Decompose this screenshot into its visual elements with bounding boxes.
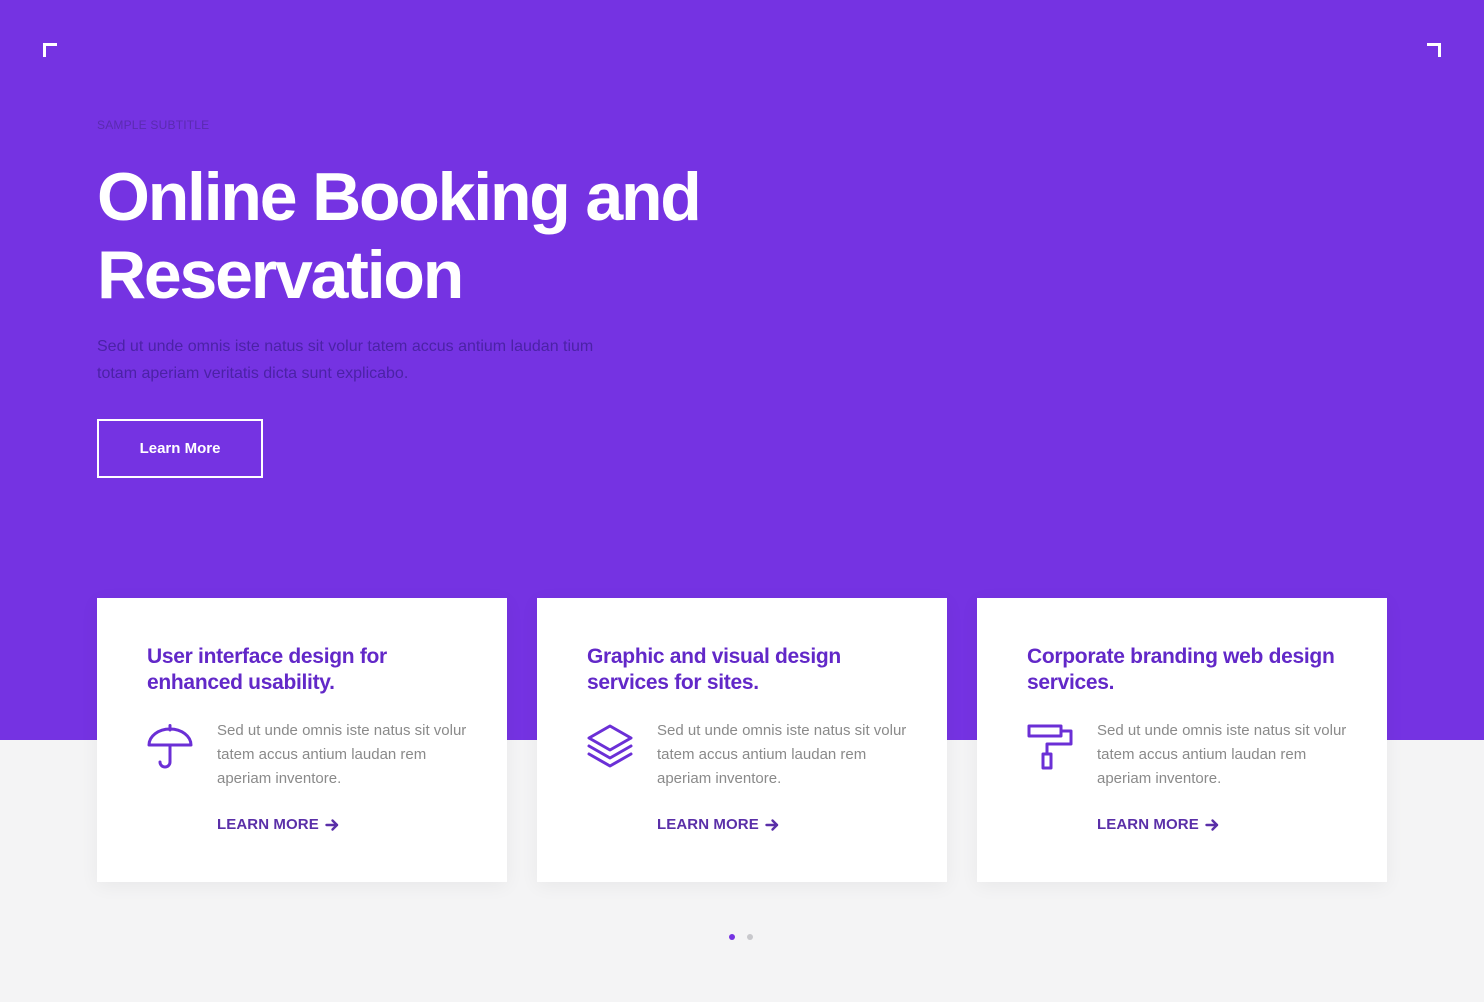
card-description: Sed ut unde omnis iste natus sit volur t… xyxy=(657,722,907,787)
corner-bracket-top-right xyxy=(1427,43,1441,57)
arrow-right-icon xyxy=(765,818,779,831)
carousel-pagination xyxy=(729,934,753,940)
corner-bracket-top-left xyxy=(43,43,57,57)
hero-title: Online Booking and Reservation xyxy=(97,159,702,313)
page: SAMPLE SUBTITLE Online Booking and Reser… xyxy=(0,0,1484,1002)
layers-icon xyxy=(587,724,633,770)
hero-description: Sed ut unde omnis iste natus sit volur t… xyxy=(97,338,594,382)
card-learn-more-link[interactable]: LEARN MORE xyxy=(657,816,779,833)
card-link-label: LEARN MORE xyxy=(1097,816,1199,833)
card-link-label: LEARN MORE xyxy=(657,816,759,833)
arrow-right-icon xyxy=(325,818,339,831)
umbrella-icon xyxy=(147,724,193,770)
service-card-graphic-design: Graphic and visual design services for s… xyxy=(537,598,947,882)
card-title: User interface design for enhanced usabi… xyxy=(147,645,387,694)
card-description: Sed ut unde omnis iste natus sit volur t… xyxy=(1097,722,1347,787)
card-learn-more-link[interactable]: LEARN MORE xyxy=(217,816,339,833)
card-title: Corporate branding web design services. xyxy=(1027,645,1335,694)
pagination-dot-1[interactable] xyxy=(729,934,735,940)
service-card-ui-design: User interface design for enhanced usabi… xyxy=(97,598,507,882)
pagination-dot-2[interactable] xyxy=(747,934,753,940)
card-learn-more-link[interactable]: LEARN MORE xyxy=(1097,816,1219,833)
paint-roller-icon xyxy=(1027,724,1073,770)
card-title: Graphic and visual design services for s… xyxy=(587,645,841,694)
hero-subtitle: SAMPLE SUBTITLE xyxy=(97,118,210,132)
service-card-branding: Corporate branding web design services. … xyxy=(977,598,1387,882)
card-link-label: LEARN MORE xyxy=(217,816,319,833)
card-description: Sed ut unde omnis iste natus sit volur t… xyxy=(217,722,467,787)
arrow-right-icon xyxy=(1205,818,1219,831)
learn-more-button[interactable]: Learn More xyxy=(97,419,263,478)
